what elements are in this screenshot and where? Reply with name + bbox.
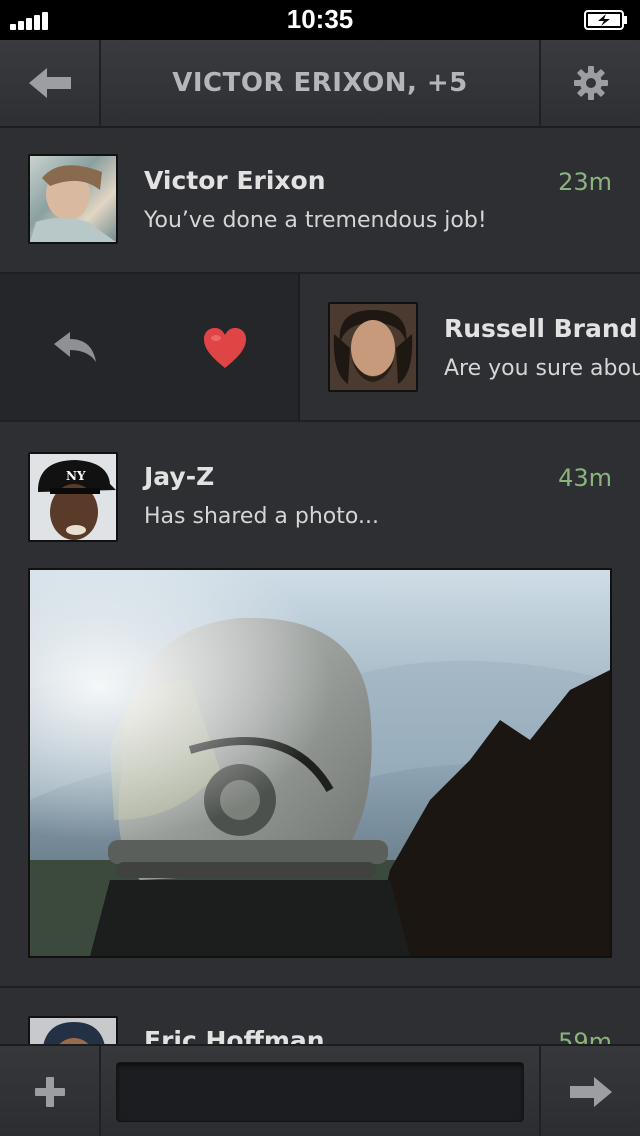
timestamp: 23m	[558, 168, 612, 196]
list-item[interactable]: Russell Brand Are you sure about	[0, 274, 640, 422]
send-button[interactable]	[539, 1046, 640, 1136]
add-attachment-button[interactable]	[0, 1046, 101, 1136]
heart-icon[interactable]	[202, 326, 248, 370]
swiped-message[interactable]: Russell Brand Are you sure about	[300, 274, 640, 420]
message-preview: You’ve done a tremendous job!	[144, 208, 487, 233]
message-preview: Are you sure about	[444, 356, 640, 381]
settings-button[interactable]	[539, 40, 640, 126]
status-time: 10:35	[286, 4, 354, 34]
sender-name: Russell Brand	[444, 314, 638, 343]
compose-bar	[0, 1044, 640, 1136]
status-bar: 10:35	[0, 0, 640, 40]
conversation-title: VICTOR ERIXON, +5	[172, 68, 468, 98]
back-button[interactable]	[0, 40, 101, 126]
sender-name: Jay-Z	[144, 462, 215, 491]
reply-icon[interactable]	[52, 330, 98, 364]
nav-bar: VICTOR ERIXON, +5	[0, 40, 640, 128]
arrow-left-icon	[28, 68, 71, 98]
avatar	[328, 302, 418, 392]
message-preview: Has shared a photo...	[144, 504, 379, 529]
arrow-right-icon	[569, 1077, 612, 1107]
avatar: NY	[28, 452, 118, 542]
message-input[interactable]	[116, 1062, 524, 1122]
svg-text:NY: NY	[66, 469, 86, 483]
list-item[interactable]: Victor Erixon You’ve done a tremendous j…	[0, 128, 640, 274]
plus-icon	[34, 1077, 65, 1107]
battery-charging-icon	[584, 10, 627, 30]
avatar	[28, 154, 118, 244]
timestamp: 43m	[558, 464, 612, 492]
sender-name: Victor Erixon	[144, 166, 326, 195]
gear-icon	[573, 66, 608, 100]
swipe-actions	[0, 274, 300, 420]
list-item[interactable]: Eric Hoffman 59m	[0, 988, 640, 1048]
shared-photo[interactable]	[28, 568, 612, 958]
